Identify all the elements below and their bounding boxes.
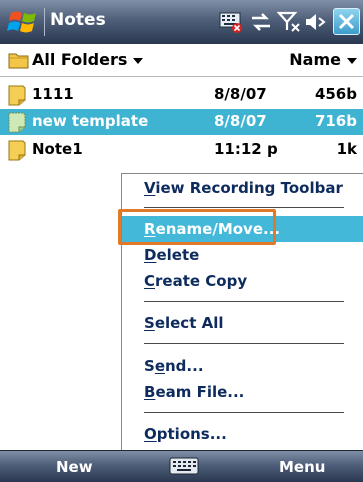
connectivity-icon[interactable] (248, 9, 274, 35)
folder-icon[interactable] (8, 51, 30, 69)
title-bar: Notes (0, 0, 363, 45)
note-icon (8, 85, 26, 106)
list-item[interactable]: Note1 11:12 p 1k (0, 137, 363, 163)
menu-item-beam-file[interactable]: Beam File... (122, 379, 363, 405)
menu-divider (144, 343, 344, 344)
menu-divider (144, 301, 344, 302)
menu-softkey[interactable]: Menu (279, 458, 325, 476)
file-name: 1111 (32, 85, 74, 103)
menu-item-send[interactable]: Send... (122, 353, 363, 379)
sort-dropdown[interactable]: Name (289, 50, 357, 69)
folder-dropdown[interactable]: All Folders (32, 50, 144, 69)
new-softkey[interactable]: New (56, 458, 93, 476)
keyboard-alert-icon[interactable] (218, 9, 244, 35)
close-button[interactable] (333, 8, 360, 35)
file-name: Note1 (32, 140, 83, 158)
menu-item-label: View Recording Toolbar (144, 179, 343, 197)
menu-item-select-all[interactable]: Select All (122, 310, 363, 336)
menu-item-create-copy[interactable]: Create Copy (122, 268, 363, 294)
signal-off-icon[interactable] (276, 9, 302, 35)
file-date: 8/8/07 (214, 112, 267, 130)
menu-divider (144, 412, 344, 413)
menu-item-label: Select All (144, 314, 224, 332)
chevron-down-icon (133, 57, 144, 64)
file-size: 716b (314, 112, 357, 130)
list-item[interactable]: new template 8/8/07 716b (0, 109, 363, 135)
volume-off-icon[interactable] (303, 9, 329, 35)
folder-label: All Folders (32, 50, 128, 69)
template-icon (8, 112, 26, 133)
chevron-down-icon (347, 57, 357, 64)
file-date: 11:12 p (214, 140, 278, 158)
note-icon (8, 140, 26, 161)
menu-item-label: Delete (144, 246, 200, 264)
header-divider (0, 76, 363, 77)
menu-item-label: Beam File... (144, 383, 245, 401)
menu-item-view-recording-toolbar[interactable]: View Recording Toolbar (122, 175, 363, 201)
app-title: Notes (50, 10, 106, 30)
menu-item-label: Send... (144, 357, 204, 375)
folder-header: All Folders Name (0, 44, 363, 76)
menu-item-label: Options... (144, 425, 227, 443)
sort-label: Name (289, 50, 341, 69)
close-icon (338, 13, 355, 30)
title-separator (44, 8, 45, 36)
list-item[interactable]: 1111 8/8/07 456b (0, 82, 363, 108)
menu-item-delete[interactable]: Delete (122, 242, 363, 268)
windows-start-icon[interactable] (6, 7, 40, 37)
file-size: 456b (314, 85, 357, 103)
file-size: 1k (336, 140, 357, 158)
file-date: 8/8/07 (214, 85, 267, 103)
softkey-bar: New Menu (0, 450, 363, 482)
keyboard-icon[interactable] (169, 457, 199, 475)
menu-item-label: Create Copy (144, 272, 248, 290)
focus-highlight (118, 209, 276, 245)
file-name: new template (32, 112, 149, 130)
menu-divider (144, 207, 344, 208)
menu-item-options[interactable]: Options... (122, 421, 363, 447)
